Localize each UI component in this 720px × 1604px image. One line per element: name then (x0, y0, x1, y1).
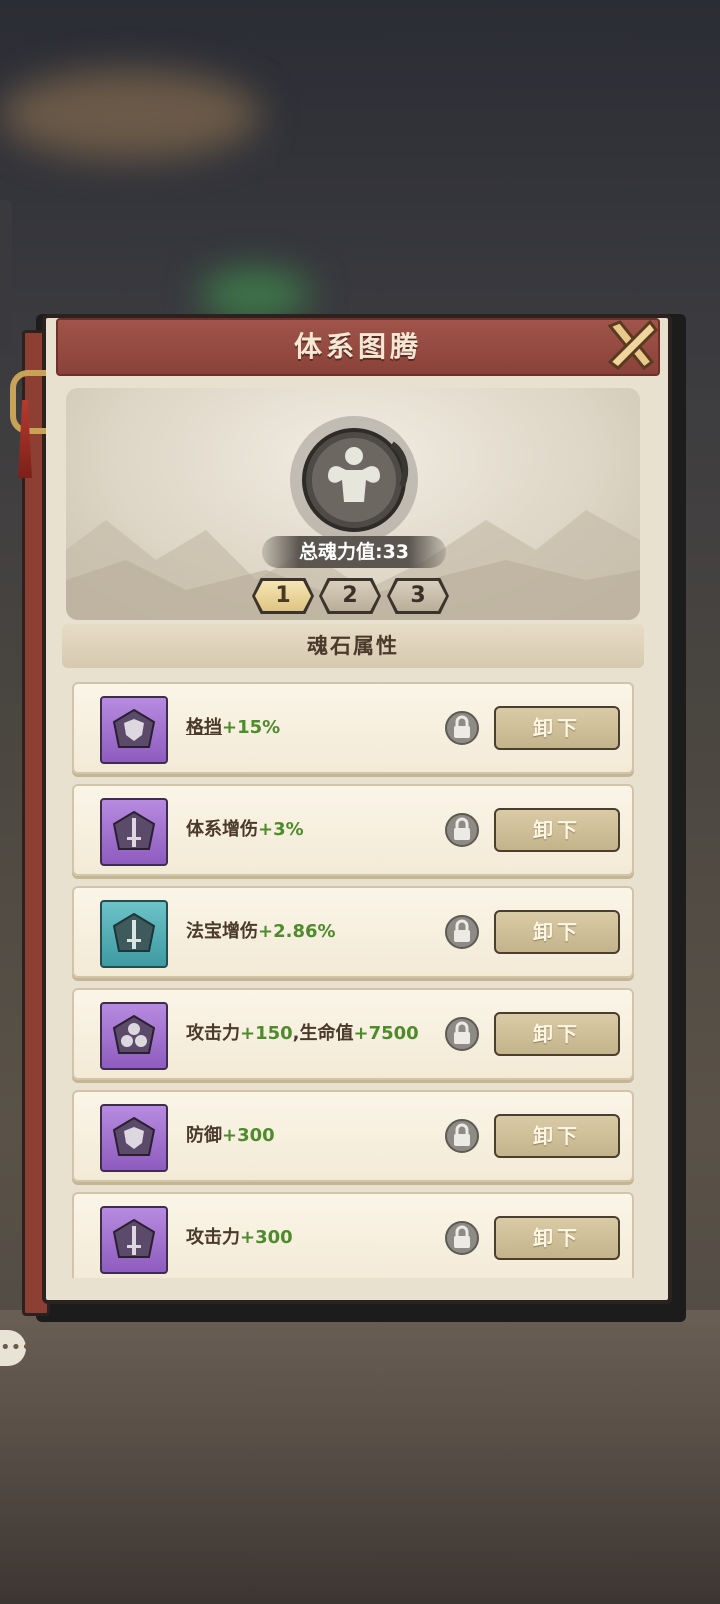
attribute-name: 防御 (186, 1125, 222, 1146)
stone-attribute: 攻击力+150,生命值+7500 (186, 990, 419, 1078)
page-tab-2[interactable]: 2 (319, 578, 381, 614)
stone-row: 体系增伤+3% 卸下 (72, 784, 634, 876)
attribute-value-2: +7500 (353, 1023, 419, 1044)
attribute-name: 攻击力 (186, 1227, 240, 1248)
background-blur (0, 70, 260, 160)
close-icon (607, 319, 658, 371)
dialog-title: 体系图腾 (293, 330, 422, 363)
attribute-value: +300 (240, 1227, 293, 1248)
stone-attribute: 防御+300 (186, 1092, 275, 1180)
unequip-button[interactable]: 卸下 (494, 808, 620, 852)
attribute-value: +150 (240, 1023, 293, 1044)
background-scene (0, 1310, 720, 1604)
stone-attribute: 体系增伤+3% (186, 786, 304, 874)
stone-row: 攻击力+150,生命值+7500 卸下 (72, 988, 634, 1080)
soul-stone-gem[interactable] (100, 1104, 168, 1172)
stone-attribute: 攻击力+300 (186, 1194, 293, 1278)
stone-row: 防御+300 卸下 (72, 1090, 634, 1182)
attribute-value: +15% (222, 717, 281, 738)
total-soul-power: 总魂力值:33 (262, 536, 446, 568)
dialog-header: 体系图腾 (56, 318, 660, 376)
page-tab-label: 3 (390, 581, 446, 611)
section-title: 魂石属性 (307, 634, 399, 658)
stone-attribute: 格挡+15% (186, 684, 280, 772)
attribute-name[interactable]: 格挡 (186, 717, 222, 738)
section-header: 魂石属性 (62, 624, 644, 668)
lock-icon[interactable] (444, 1220, 480, 1256)
strength-totem-icon (290, 416, 418, 544)
triple-orb-icon (112, 1014, 156, 1054)
attribute-name: 体系增伤 (186, 819, 258, 840)
lock-icon[interactable] (444, 1016, 480, 1052)
page-tab-3[interactable]: 3 (387, 578, 449, 614)
lock-icon[interactable] (444, 812, 480, 848)
sword-icon (112, 1218, 156, 1258)
unequip-button[interactable]: 卸下 (494, 1012, 620, 1056)
unequip-button[interactable]: 卸下 (494, 1114, 620, 1158)
shield-icon (112, 708, 156, 748)
shield-icon (112, 1116, 156, 1156)
stone-attribute: 法宝增伤+2.86% (186, 888, 336, 976)
background-blur (200, 270, 310, 320)
sword-icon (112, 912, 156, 952)
attribute-value: +3% (258, 819, 304, 840)
page-tab-label: 2 (322, 581, 378, 611)
stone-row: 法宝增伤+2.86% 卸下 (72, 886, 634, 978)
attribute-name: 攻击力 (186, 1023, 240, 1044)
soul-stone-gem[interactable] (100, 798, 168, 866)
attribute-value: +2.86% (258, 921, 336, 942)
unequip-button[interactable]: 卸下 (494, 910, 620, 954)
attribute-value: +300 (222, 1125, 275, 1146)
soul-stone-gem[interactable] (100, 1206, 168, 1274)
lock-icon[interactable] (444, 710, 480, 746)
attribute-name: 法宝增伤 (186, 921, 258, 942)
page-tab-label: 1 (255, 581, 311, 611)
soul-stone-gem[interactable] (100, 1002, 168, 1070)
unequip-button[interactable]: 卸下 (494, 1216, 620, 1260)
stone-row: 格挡+15% 卸下 (72, 682, 634, 774)
soul-stone-gem[interactable] (100, 900, 168, 968)
unequip-button[interactable]: 卸下 (494, 706, 620, 750)
soul-stone-list[interactable]: 格挡+15% 卸下 体系增伤+3% 卸下 法宝增伤+2.86% 卸下 攻击力+1… (72, 680, 634, 1278)
lock-icon[interactable] (444, 914, 480, 950)
soul-stone-gem[interactable] (100, 696, 168, 764)
stone-row: 攻击力+300 卸下 (72, 1192, 634, 1278)
attribute-name-2: ,生命值 (292, 1023, 354, 1044)
side-drawer-tab[interactable] (0, 200, 12, 350)
page-tab-1[interactable]: 1 (252, 578, 314, 614)
close-button[interactable] (600, 314, 662, 376)
lock-icon[interactable] (444, 1118, 480, 1154)
sword-icon (112, 810, 156, 850)
